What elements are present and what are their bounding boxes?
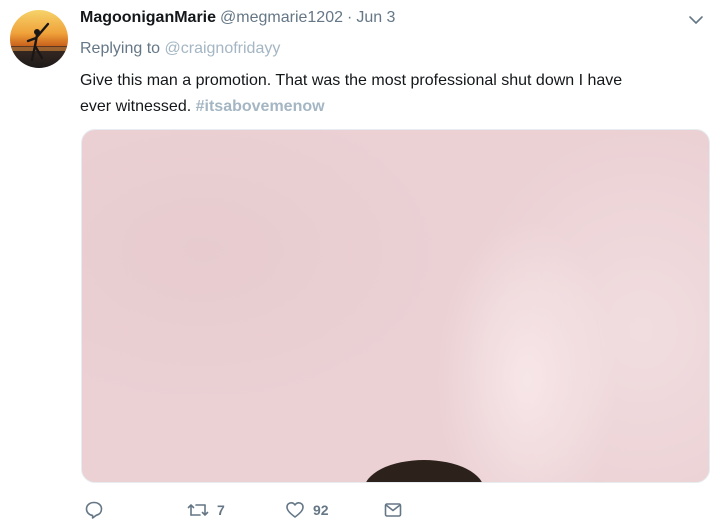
- tweet-date[interactable]: Jun 3: [356, 9, 395, 27]
- tweet-text-line-1: Give this man a promotion. That was the …: [80, 72, 623, 89]
- replying-to: Replying to @craignofridayy: [80, 40, 280, 58]
- heart-icon: [285, 500, 305, 520]
- hashtag-link[interactable]: #itsabovemenow: [196, 98, 325, 115]
- tweet-header: MagooniganMarie @megmarie1202 · Jun 3: [80, 9, 395, 33]
- envelope-icon: [383, 500, 403, 520]
- reply-button[interactable]: [84, 498, 112, 522]
- tweet-media[interactable]: [81, 129, 710, 483]
- retweet-button[interactable]: 7: [187, 498, 225, 522]
- retweet-icon: [187, 500, 209, 520]
- separator-dot: ·: [346, 9, 353, 26]
- tweet-text-line-2: ever witnessed.: [80, 98, 192, 115]
- avatar[interactable]: [10, 10, 68, 68]
- replying-to-label: Replying to: [80, 40, 161, 57]
- user-handle[interactable]: @megmarie1202: [220, 9, 343, 27]
- chevron-down-icon[interactable]: [688, 12, 704, 28]
- tweet-text: Give this man a promotion. That was the …: [80, 68, 705, 120]
- like-count: 92: [313, 502, 329, 518]
- tweet-actions: 7 92: [80, 498, 480, 526]
- display-name[interactable]: MagooniganMarie: [80, 9, 216, 27]
- retweet-count: 7: [217, 502, 225, 518]
- like-button[interactable]: 92: [285, 498, 329, 522]
- direct-message-button[interactable]: [383, 498, 403, 522]
- media-subject-head: [364, 460, 484, 482]
- replying-to-handle[interactable]: @craignofridayy: [165, 40, 281, 57]
- tweet[interactable]: MagooniganMarie @megmarie1202 · Jun 3 Re…: [0, 0, 720, 529]
- reply-icon: [84, 500, 104, 520]
